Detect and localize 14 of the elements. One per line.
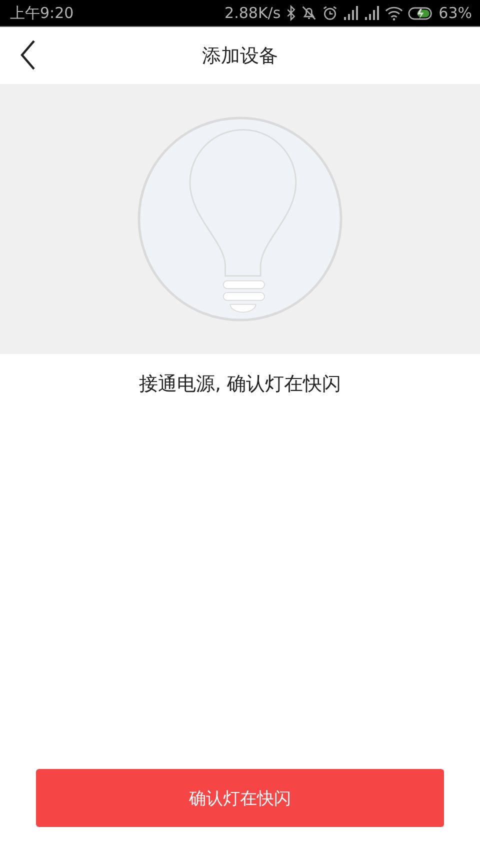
instruction-text: 接通电源, 确认灯在快闪 <box>138 372 342 397</box>
bluetooth-icon <box>286 5 296 21</box>
wifi-icon <box>384 6 403 20</box>
network-speed: 2.88K/s <box>224 4 281 22</box>
battery-percent: 63% <box>438 4 472 22</box>
signal-icon <box>364 6 380 20</box>
status-time: 上午9:20 <box>10 4 74 22</box>
battery-icon <box>408 6 434 20</box>
signal-icon <box>342 6 359 20</box>
confirm-button[interactable]: 确认灯在快闪 <box>36 769 444 827</box>
page-title: 添加设备 <box>202 44 278 68</box>
muted-bell-icon <box>300 5 317 21</box>
alarm-clock-icon <box>322 5 338 21</box>
back-button[interactable] <box>18 38 38 72</box>
